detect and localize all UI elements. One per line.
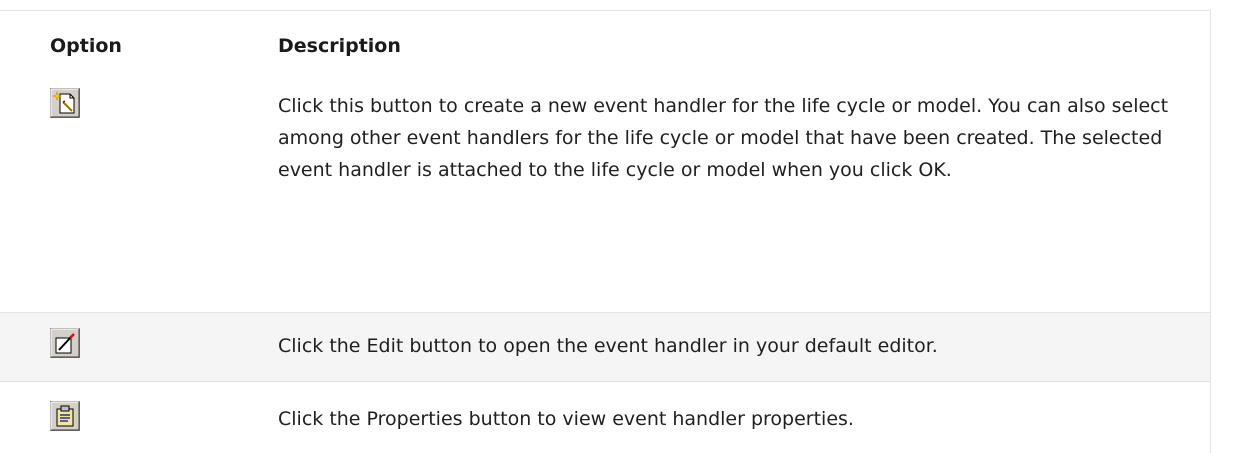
table-row: Click this button to create a new event … [0, 78, 1210, 313]
row-description: Click the Edit button to open the event … [278, 335, 938, 357]
table-header-row: Option Description [0, 11, 1210, 78]
row-description: Click the Properties button to view even… [278, 408, 854, 430]
header-description: Description [278, 35, 401, 57]
row-description: Click this button to create a new event … [278, 95, 1169, 181]
options-table: Option Description Click this button to … [0, 10, 1211, 453]
properties-icon [50, 401, 80, 431]
new-event-handler-icon [50, 88, 80, 118]
header-option: Option [50, 35, 122, 57]
table-row: Click the Edit button to open the event … [0, 313, 1210, 382]
table-row: Click the Properties button to view even… [0, 382, 1210, 453]
edit-icon [50, 328, 80, 358]
